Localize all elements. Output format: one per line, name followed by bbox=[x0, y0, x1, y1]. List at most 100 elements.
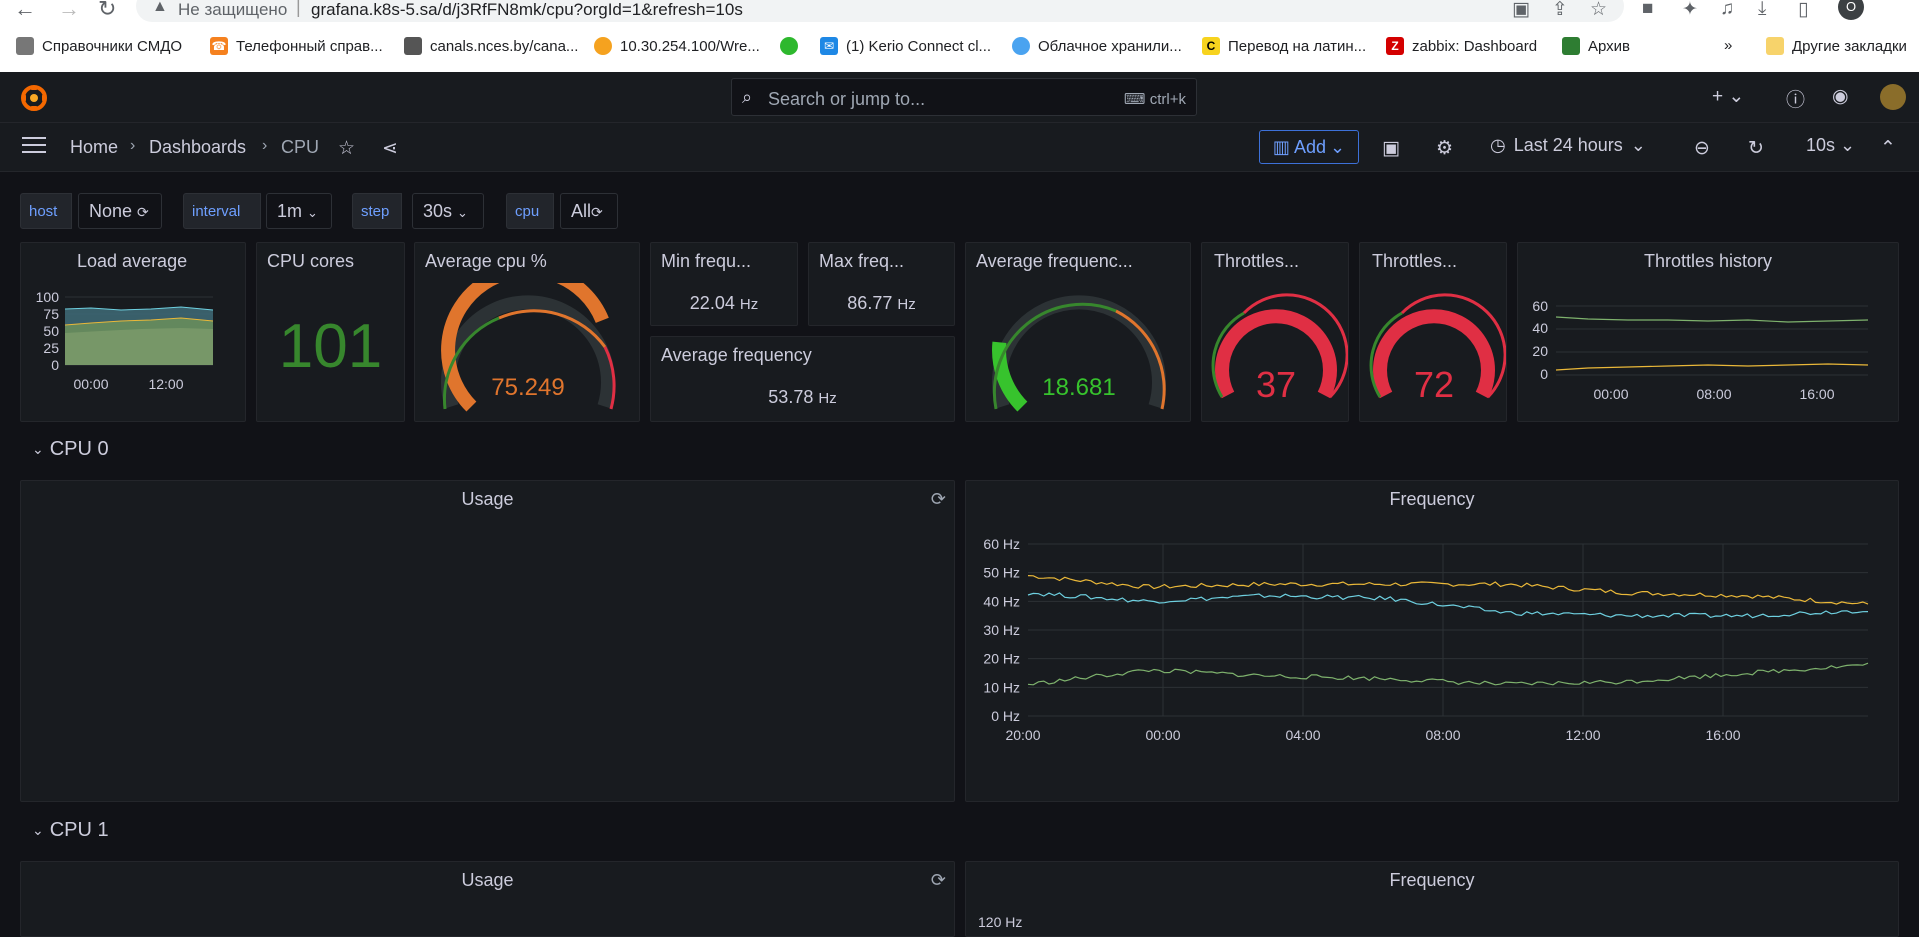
panel-min-frequency[interactable]: Min frequ... 22.04 Hz bbox=[650, 242, 798, 326]
zoom-out-icon[interactable]: ⊖ bbox=[1694, 137, 1710, 160]
panel-average-frequency-stat[interactable]: Average frequency 53.78 Hz bbox=[650, 336, 955, 422]
panel-cpu-cores[interactable]: CPU cores 101 bbox=[256, 242, 405, 422]
y-tick: 0 bbox=[1540, 366, 1548, 382]
more-bookmarks-button[interactable]: » bbox=[1724, 37, 1732, 54]
panel-title: CPU cores bbox=[267, 251, 355, 271]
download-icon[interactable]: ⤓ bbox=[1758, 0, 1766, 20]
variable-select-cpu[interactable]: All⟳ bbox=[560, 193, 618, 229]
refresh-interval-picker[interactable]: 10s ⌄ bbox=[1806, 135, 1855, 156]
frequency-series-line bbox=[1027, 592, 1869, 619]
translate-icon[interactable]: ▣ bbox=[1512, 0, 1530, 21]
warning-icon[interactable]: ▲ bbox=[152, 0, 168, 16]
bookmark-item[interactable] bbox=[780, 37, 806, 55]
variable-select-step[interactable]: 30s ⌄ bbox=[412, 193, 484, 229]
panel-usage-cpu-0[interactable]: Usage ⟳ bbox=[20, 480, 955, 802]
settings-gear-icon[interactable]: ⚙ bbox=[1436, 137, 1453, 160]
bookmark-item[interactable]: Zzabbix: Dashboard bbox=[1386, 37, 1537, 55]
chevron-down-icon: ⌄ bbox=[32, 441, 44, 457]
search-input[interactable]: ⌕ Search or jump to... ⌨ ctrl+k bbox=[731, 78, 1197, 116]
bookmark-item[interactable]: ✉ (1) Kerio Connect cl... bbox=[820, 37, 991, 55]
star-icon[interactable]: ☆ bbox=[338, 137, 355, 160]
forward-arrow-icon[interactable]: → bbox=[58, 0, 80, 21]
panel-load-average[interactable]: Load average 100 75 50 25 0 00:00 12:00 bbox=[20, 242, 246, 422]
bookmark-item[interactable]: Облачное хранили... bbox=[1012, 37, 1182, 55]
row-header-cpu-1[interactable]: ⌄ CPU 1 bbox=[32, 819, 109, 842]
news-rss-icon[interactable]: ◉ bbox=[1832, 85, 1849, 108]
profile-avatar[interactable]: O bbox=[1838, 0, 1864, 20]
menu-hamburger-icon[interactable] bbox=[22, 137, 46, 158]
sidepanel-icon[interactable]: ▯ bbox=[1798, 0, 1808, 21]
panel-title: Throttles history bbox=[1643, 251, 1773, 271]
panel-average-cpu[interactable]: Average cpu % 75.249 bbox=[414, 242, 640, 422]
media-icon[interactable]: ♫ bbox=[1720, 0, 1734, 20]
browser-chrome: ← → ↻ ▲ Не защищено | grafana.k8s-5.sa/d… bbox=[0, 0, 1919, 72]
throttles-series-yellow bbox=[1555, 363, 1869, 371]
panel-frequency-cpu-1[interactable]: Frequency 120 Hz bbox=[965, 861, 1899, 937]
save-icon[interactable]: ▣ bbox=[1382, 137, 1400, 160]
cpu-cores-value: 101 bbox=[278, 312, 383, 381]
panel-title: Max freq... bbox=[819, 251, 905, 271]
panel-frequency-cpu-0[interactable]: Frequency 0 Hz 10 Hz 20 Hz 30 Hz 40 Hz 50 Hz 6… bbox=[965, 480, 1899, 802]
grafana-logo-icon[interactable] bbox=[20, 84, 48, 112]
average-frequency-value: 53.78 Hz bbox=[768, 387, 837, 407]
row-header-cpu-0[interactable]: ⌄ CPU 0 bbox=[32, 438, 109, 461]
other-bookmarks[interactable]: Другие закладки bbox=[1766, 37, 1907, 55]
average-frequency-gauge: 18.681 bbox=[992, 295, 1166, 412]
variable-label-cpu: cpu bbox=[506, 193, 554, 229]
breadcrumb-current: CPU bbox=[281, 137, 320, 157]
url-text[interactable]: grafana.k8s-5.sa/d/j3RfFN8mk/cpu?orgId=1… bbox=[311, 0, 743, 20]
panel-throttles-1[interactable]: Throttles... 37 bbox=[1201, 242, 1349, 422]
bookmark-favicon-icon bbox=[16, 37, 34, 55]
throttles-2-gauge: 72 bbox=[1369, 293, 1506, 405]
extensions-puzzle-icon[interactable]: ✦ bbox=[1682, 0, 1698, 21]
user-avatar[interactable] bbox=[1880, 84, 1906, 110]
insecure-label[interactable]: Не защищено bbox=[178, 0, 287, 20]
average-cpu-gauge: 75.249 bbox=[441, 283, 616, 412]
average-frequency-gauge-value: 18.681 bbox=[1042, 374, 1115, 401]
bookmark-item[interactable]: Справочники СМДО bbox=[16, 37, 182, 55]
refresh-icon[interactable]: ↻ bbox=[1748, 137, 1764, 160]
bookmark-item[interactable]: 10.30.254.100/Wre... bbox=[594, 37, 760, 55]
bookmark-item[interactable]: Архив bbox=[1562, 37, 1630, 55]
chevron-right-icon: › bbox=[130, 137, 136, 154]
variable-select-interval[interactable]: 1m ⌄ bbox=[266, 193, 332, 229]
frequency-series-line bbox=[1027, 662, 1869, 686]
panel-throttles-history[interactable]: Throttles history 60 40 20 0 00:00 08:00… bbox=[1517, 242, 1899, 422]
y-tick: 60 Hz bbox=[983, 536, 1020, 552]
min-frequency-value: 22.04 Hz bbox=[689, 293, 759, 313]
chevron-down-icon: ⌄ bbox=[1630, 135, 1646, 155]
breadcrumb-home[interactable]: Home bbox=[70, 137, 118, 158]
panel-title: Throttles... bbox=[1214, 251, 1300, 271]
archive-favicon-icon bbox=[1562, 37, 1580, 55]
y-tick: 0 bbox=[51, 357, 59, 373]
reload-icon[interactable]: ↻ bbox=[98, 0, 116, 21]
y-tick: 10 Hz bbox=[983, 679, 1020, 695]
panel-average-frequency-gauge[interactable]: Average frequenc... 18.681 bbox=[965, 242, 1191, 422]
breadcrumb-dashboards[interactable]: Dashboards bbox=[149, 137, 246, 158]
help-icon[interactable]: ⓘ bbox=[1786, 85, 1805, 112]
new-plus-icon[interactable]: + ⌄ bbox=[1712, 85, 1744, 108]
load-average-sparkline: 100 75 50 25 0 00:00 12:00 bbox=[36, 289, 214, 392]
add-button[interactable]: ▥ Add ⌄ bbox=[1259, 130, 1359, 164]
y-tick: 20 bbox=[1532, 343, 1548, 359]
y-tick: 40 bbox=[1532, 320, 1548, 336]
panel-title: Frequency bbox=[1389, 489, 1475, 509]
extension-se-icon[interactable]: ■ bbox=[1642, 0, 1653, 20]
share-icon[interactable]: ⇪ bbox=[1552, 0, 1568, 21]
share-icon[interactable]: ⋖ bbox=[382, 137, 398, 160]
collapse-chevron-up-icon[interactable]: ⌃ bbox=[1880, 137, 1896, 160]
time-range-picker[interactable]: ◷ Last 24 hours ⌄ bbox=[1490, 135, 1646, 156]
frequency-series-line bbox=[1027, 575, 1869, 605]
bookmark-star-icon[interactable]: ☆ bbox=[1590, 0, 1607, 21]
panel-max-frequency[interactable]: Max freq... 86.77 Hz bbox=[808, 242, 955, 326]
panel-throttles-2[interactable]: Throttles... 72 bbox=[1359, 242, 1507, 422]
bookmark-item[interactable]: canals.nces.by/cana... bbox=[404, 37, 578, 55]
back-arrow-icon[interactable]: ← bbox=[14, 0, 36, 21]
variable-select-host[interactable]: None ⟳ bbox=[78, 193, 162, 229]
panel-title: Average frequency bbox=[661, 345, 812, 365]
bookmark-item[interactable]: ☎ Телефонный справ... bbox=[210, 37, 383, 55]
bookmark-item[interactable]: C Перевод на латин... bbox=[1202, 37, 1366, 55]
panel-usage-cpu-1[interactable]: Usage ⟳ bbox=[20, 861, 955, 937]
green-dot-favicon-icon bbox=[780, 37, 798, 55]
chevron-down-icon: ⌄ bbox=[307, 205, 318, 220]
